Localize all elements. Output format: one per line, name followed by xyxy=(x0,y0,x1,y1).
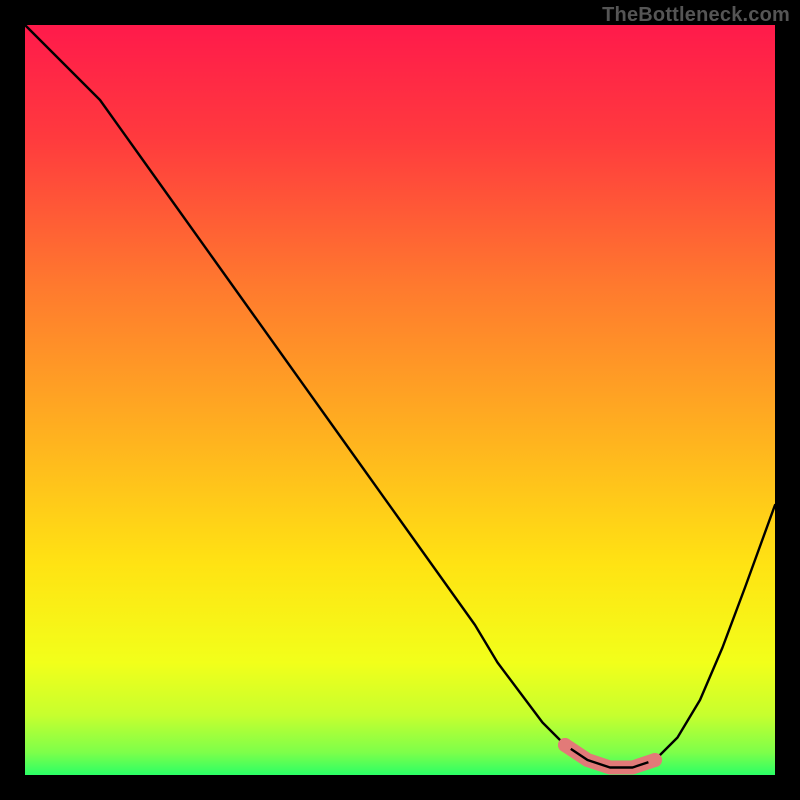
plot-background xyxy=(25,25,775,775)
bottleneck-chart xyxy=(0,0,800,800)
optimal-zone-start-marker xyxy=(558,738,572,752)
chart-stage: TheBottleneck.com xyxy=(0,0,800,800)
watermark-text: TheBottleneck.com xyxy=(602,4,790,27)
optimal-zone-end-marker xyxy=(648,753,662,767)
